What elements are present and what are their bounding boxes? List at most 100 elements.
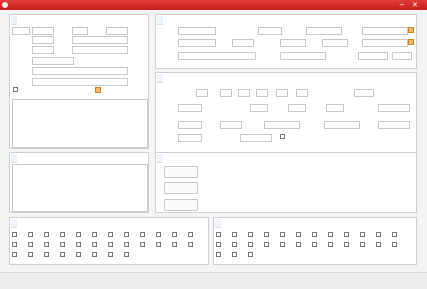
details-area-input[interactable]	[178, 104, 202, 112]
owner-unit-input[interactable]	[72, 27, 88, 35]
details-total-price-input[interactable]	[288, 104, 306, 112]
facility-checkbox[interactable]	[28, 232, 33, 237]
minimize-icon[interactable]: −	[399, 0, 405, 10]
facility-checkbox[interactable]	[92, 232, 97, 237]
property-fee-unit-input[interactable]	[392, 52, 412, 60]
owner-address-input[interactable]	[32, 78, 128, 86]
surrounding-checkbox[interactable]	[328, 232, 333, 237]
details-hall-input[interactable]	[220, 89, 232, 97]
facility-checkbox[interactable]	[28, 242, 33, 247]
details-floor-input[interactable]	[296, 89, 308, 97]
details-delivery-input[interactable]	[264, 121, 300, 129]
surrounding-checkbox[interactable]	[232, 232, 237, 237]
facility-checkbox[interactable]	[140, 232, 145, 237]
facility-checkbox[interactable]	[108, 232, 113, 237]
details-unit-price-input[interactable]	[326, 104, 344, 112]
property-map-icon[interactable]	[408, 27, 414, 33]
facility-checkbox[interactable]	[188, 232, 193, 237]
property-structure-input[interactable]	[280, 39, 306, 47]
details-kitchen-input[interactable]	[238, 89, 250, 97]
surrounding-checkbox[interactable]	[360, 232, 365, 237]
facility-checkbox[interactable]	[108, 252, 113, 257]
details-orientation-input[interactable]	[220, 121, 242, 129]
surrounding-checkbox[interactable]	[264, 242, 269, 247]
owner-contact-input[interactable]	[32, 46, 54, 54]
surrounding-checkbox[interactable]	[216, 252, 221, 257]
details-room-input[interactable]	[196, 89, 208, 97]
facility-checkbox[interactable]	[172, 232, 177, 237]
details-checkbox[interactable]	[280, 134, 285, 139]
facility-checkbox[interactable]	[60, 252, 65, 257]
facility-checkbox[interactable]	[28, 252, 33, 257]
surrounding-checkbox[interactable]	[360, 242, 365, 247]
details-source-input[interactable]	[378, 121, 410, 129]
indoor-photo-button[interactable]	[164, 166, 198, 178]
surrounding-checkbox[interactable]	[344, 232, 349, 237]
surrounding-checkbox[interactable]	[376, 232, 381, 237]
property-name-input[interactable]	[178, 27, 216, 35]
facility-checkbox[interactable]	[156, 232, 161, 237]
property-road-input[interactable]	[362, 27, 408, 35]
surrounding-checkbox[interactable]	[312, 242, 317, 247]
close-icon[interactable]: ✕	[412, 0, 418, 10]
owner-mobile-input[interactable]	[32, 67, 128, 75]
remarks-textarea[interactable]	[12, 164, 148, 212]
owner-picker-icon[interactable]	[95, 87, 101, 93]
surrounding-checkbox[interactable]	[376, 242, 381, 247]
surrounding-checkbox[interactable]	[280, 232, 285, 237]
facility-checkbox[interactable]	[172, 242, 177, 247]
owner-checkbox[interactable]	[13, 87, 18, 92]
facility-checkbox[interactable]	[76, 242, 81, 247]
property-district-input[interactable]	[258, 27, 282, 35]
floor-plan-photo-button[interactable]	[164, 182, 198, 194]
owner-door-input[interactable]	[106, 27, 128, 35]
surrounding-checkbox[interactable]	[216, 232, 221, 237]
surrounding-checkbox[interactable]	[296, 232, 301, 237]
surrounding-checkbox[interactable]	[344, 242, 349, 247]
details-other-input[interactable]	[378, 104, 410, 112]
surrounding-checkbox[interactable]	[296, 242, 301, 247]
facility-checkbox[interactable]	[124, 242, 129, 247]
surrounding-checkbox[interactable]	[248, 242, 253, 247]
facility-checkbox[interactable]	[76, 252, 81, 257]
owner-gender-input[interactable]	[72, 46, 128, 54]
property-fee-input[interactable]	[358, 52, 388, 60]
facility-checkbox[interactable]	[12, 232, 17, 237]
facility-checkbox[interactable]	[60, 242, 65, 247]
property-management-input[interactable]	[280, 52, 326, 60]
surrounding-checkbox[interactable]	[216, 242, 221, 247]
property-locate-icon[interactable]	[408, 39, 414, 45]
facility-checkbox[interactable]	[44, 242, 49, 247]
details-bath-input[interactable]	[256, 89, 268, 97]
property-usage-input[interactable]	[178, 39, 216, 47]
surrounding-checkbox[interactable]	[312, 232, 317, 237]
property-type-input[interactable]	[232, 39, 254, 47]
details-year-input[interactable]	[354, 89, 374, 97]
surrounding-checkbox[interactable]	[328, 242, 333, 247]
owner-total-floor-input[interactable]	[72, 36, 128, 44]
owner-name-input[interactable]	[32, 27, 54, 35]
facility-checkbox[interactable]	[108, 242, 113, 247]
property-area-input[interactable]	[306, 27, 342, 35]
surrounding-checkbox[interactable]	[248, 232, 253, 237]
facility-checkbox[interactable]	[12, 252, 17, 257]
facility-checkbox[interactable]	[156, 242, 161, 247]
surrounding-checkbox[interactable]	[248, 252, 253, 257]
details-decoration-input[interactable]	[178, 121, 202, 129]
surrounding-checkbox[interactable]	[232, 252, 237, 257]
surrounding-checkbox[interactable]	[392, 232, 397, 237]
details-view-input[interactable]	[178, 134, 202, 142]
surrounding-checkbox[interactable]	[280, 242, 285, 247]
details-key-number-input[interactable]	[240, 134, 272, 142]
facility-checkbox[interactable]	[124, 252, 129, 257]
surrounding-checkbox[interactable]	[264, 232, 269, 237]
facility-checkbox[interactable]	[140, 242, 145, 247]
facility-checkbox[interactable]	[92, 252, 97, 257]
details-balcony-input[interactable]	[276, 89, 288, 97]
facility-checkbox[interactable]	[188, 242, 193, 247]
property-location-input[interactable]	[362, 39, 408, 47]
owner-floor-input[interactable]	[32, 36, 54, 44]
facility-checkbox[interactable]	[76, 232, 81, 237]
property-developer-input[interactable]	[178, 52, 256, 60]
facility-checkbox[interactable]	[92, 242, 97, 247]
